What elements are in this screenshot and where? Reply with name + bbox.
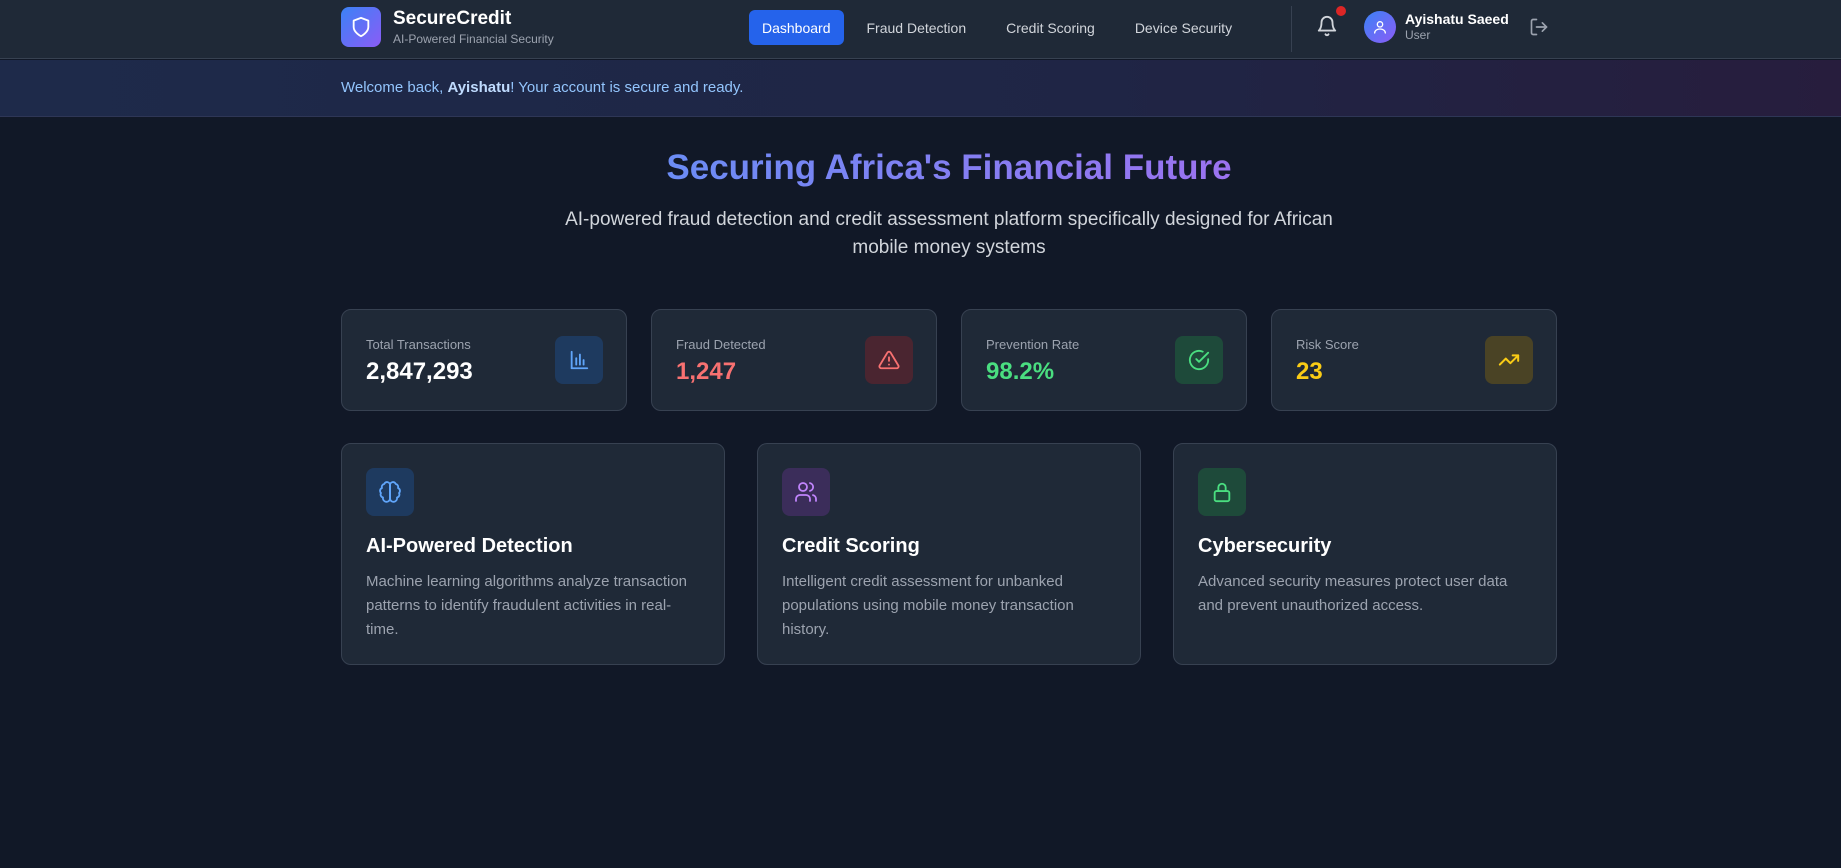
notification-badge xyxy=(1336,6,1346,16)
hero: Securing Africa's Financial Future xyxy=(0,148,1841,188)
feature-title: Cybersecurity xyxy=(1198,535,1332,557)
shield-icon xyxy=(341,7,381,47)
welcome-banner: Welcome back, Ayishatu! Your account is … xyxy=(0,60,1841,117)
hero-title: Securing Africa's Financial Future xyxy=(666,148,1232,187)
nav-dashboard[interactable]: Dashboard xyxy=(749,10,844,45)
welcome-prefix: Welcome back, xyxy=(341,79,448,96)
trending-up-icon xyxy=(1485,336,1533,384)
nav-fraud-detection[interactable]: Fraud Detection xyxy=(854,10,980,45)
user-menu[interactable]: Ayishatu Saeed User xyxy=(1364,10,1509,43)
welcome-message: Welcome back, Ayishatu! Your account is … xyxy=(341,79,743,96)
lock-icon xyxy=(1198,468,1246,516)
brand-name: SecureCredit xyxy=(393,7,512,29)
stat-value: 23 xyxy=(1296,358,1323,385)
stat-value: 2,847,293 xyxy=(366,358,473,385)
feature-card-credit-scoring: Credit Scoring Intelligent credit assess… xyxy=(757,443,1141,665)
nav-divider xyxy=(1291,6,1292,52)
alert-triangle-icon xyxy=(865,336,913,384)
stat-label: Risk Score xyxy=(1296,337,1359,352)
user-name: Ayishatu Saeed xyxy=(1405,11,1509,27)
top-navbar: SecureCredit AI-Powered Financial Securi… xyxy=(0,0,1841,59)
bar-chart-icon xyxy=(555,336,603,384)
brand[interactable]: SecureCredit AI-Powered Financial Securi… xyxy=(341,7,554,47)
feature-title: AI-Powered Detection xyxy=(366,535,573,557)
stat-label: Prevention Rate xyxy=(986,337,1080,352)
stat-label: Total Transactions xyxy=(366,337,471,352)
feature-title: Credit Scoring xyxy=(782,535,920,557)
check-circle-icon xyxy=(1175,336,1223,384)
brain-icon xyxy=(366,468,414,516)
brand-tagline: AI-Powered Financial Security xyxy=(393,31,554,46)
bell-icon[interactable] xyxy=(1316,14,1338,38)
feature-card-ai-detection: AI-Powered Detection Machine learning al… xyxy=(341,443,725,665)
welcome-name: Ayishatu xyxy=(447,79,511,96)
stat-card-risk-score: Risk Score 23 xyxy=(1271,309,1557,411)
welcome-suffix: ! Your account is secure and ready. xyxy=(510,79,744,96)
logout-icon[interactable] xyxy=(1529,17,1549,37)
main-nav: Dashboard Fraud Detection Credit Scoring… xyxy=(749,10,1255,45)
stat-card-prevention-rate: Prevention Rate 98.2% xyxy=(961,309,1247,411)
user-role: User xyxy=(1405,28,1431,42)
feature-card-cybersecurity: Cybersecurity Advanced security measures… xyxy=(1173,443,1557,665)
stat-value: 98.2% xyxy=(986,358,1055,385)
nav-credit-scoring[interactable]: Credit Scoring xyxy=(993,10,1108,45)
stat-card-total-transactions: Total Transactions 2,847,293 xyxy=(341,309,627,411)
users-icon xyxy=(782,468,830,516)
feature-description: Machine learning algorithms analyze tran… xyxy=(366,573,688,638)
stat-label: Fraud Detected xyxy=(676,337,766,352)
stat-card-fraud-detected: Fraud Detected 1,247 xyxy=(651,309,937,411)
nav-device-security[interactable]: Device Security xyxy=(1122,10,1245,45)
feature-description: Intelligent credit assessment for unbank… xyxy=(782,573,1074,638)
stat-value: 1,247 xyxy=(676,358,737,385)
feature-description: Advanced security measures protect user … xyxy=(1198,573,1508,614)
user-avatar-icon xyxy=(1364,10,1396,43)
hero-subtitle: AI-powered fraud detection and credit as… xyxy=(565,209,1333,258)
